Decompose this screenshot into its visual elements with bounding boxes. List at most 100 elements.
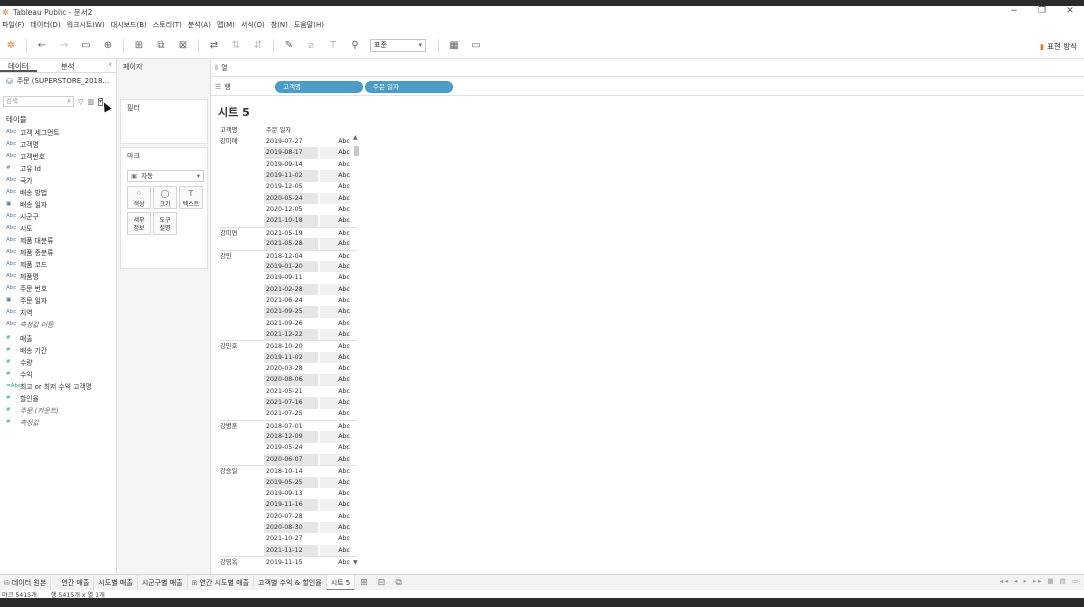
- field-item[interactable]: Abc 제품 코드: [4, 258, 116, 270]
- table-row[interactable]: 2021-09-26 Abc: [220, 318, 356, 330]
- field-item[interactable]: Abc 고객 세그먼트: [4, 126, 116, 138]
- table-row[interactable]: 2021-11-12 Abc: [220, 544, 356, 557]
- collapse-pane-icon[interactable]: ‹: [108, 60, 112, 70]
- menu-file[interactable]: 파일(F): [0, 20, 28, 30]
- tab-province-sales[interactable]: 시도별 매출: [94, 574, 138, 591]
- tab-annual-sales[interactable]: 연간 매출: [57, 574, 95, 591]
- scroll-thumb[interactable]: [354, 146, 359, 156]
- table-row[interactable]: 2019-09-11 Abc: [220, 272, 356, 284]
- tab-city-sales[interactable]: 시군구별 매출: [138, 574, 188, 591]
- table-row[interactable]: 2019-08-17 Abc: [220, 147, 356, 159]
- table-row[interactable]: 강영옥 2019-11-15 Abc: [220, 555, 356, 568]
- table-row[interactable]: 2021-05-28 Abc: [220, 238, 356, 250]
- table-row[interactable]: 강민호 2018-10-20 Abc: [220, 340, 356, 352]
- table-row[interactable]: 2020-12-05 Abc: [220, 204, 356, 216]
- rows-shelf[interactable]: ☰ 행 고객명 주문 일자: [211, 78, 1084, 96]
- swap-icon[interactable]: ⇄: [208, 40, 220, 51]
- table-row[interactable]: 2021-10-18 Abc: [220, 215, 356, 227]
- field-item[interactable]: Abc 국가: [4, 174, 116, 186]
- add-datasource-icon[interactable]: ⊕: [102, 40, 114, 51]
- duplicate-icon[interactable]: ⧉: [155, 40, 167, 51]
- table-row[interactable]: 2020-08-06 Abc: [220, 374, 356, 386]
- label-icon[interactable]: T: [327, 40, 339, 51]
- redo-icon[interactable]: →: [58, 40, 70, 51]
- table-row[interactable]: 2020-08-30 Abc: [220, 521, 356, 534]
- table-row[interactable]: 2019-09-13 Abc: [220, 488, 356, 500]
- field-item[interactable]: Abc 주문 번호: [4, 282, 116, 294]
- field-item[interactable]: Abc 시도: [4, 222, 116, 234]
- field-item[interactable]: Abc 지역: [4, 306, 116, 318]
- table-row[interactable]: 강민 2018-12-04 Abc: [220, 249, 356, 262]
- table-row[interactable]: 2021-09-25 Abc: [220, 306, 356, 318]
- measure-item[interactable]: # 주문 (카운트): [4, 404, 116, 416]
- columns-shelf[interactable]: ⦀ 열: [211, 59, 1084, 77]
- field-item[interactable]: ▣ 주문 일자: [4, 294, 116, 306]
- undo-icon[interactable]: ←: [36, 40, 48, 51]
- clear-sheet-icon[interactable]: ⊠: [177, 40, 189, 51]
- detail-button[interactable]: 세부 정보: [127, 212, 151, 235]
- tab-sheet5[interactable]: 시트 5: [326, 574, 356, 591]
- filters-card[interactable]: 필터: [120, 99, 208, 144]
- scroll-down-icon[interactable]: ▼: [353, 559, 358, 566]
- menu-format[interactable]: 서식(O): [239, 20, 269, 30]
- table-row[interactable]: 2021-02-28 Abc: [220, 283, 356, 296]
- table-row[interactable]: 2021-07-16 Abc: [220, 397, 356, 409]
- menu-worksheet[interactable]: 워크시트(W): [65, 20, 109, 30]
- table-row[interactable]: 강병훈 2018-07-01 Abc: [220, 419, 356, 432]
- table-row[interactable]: 2019-05-25 Abc: [220, 476, 356, 488]
- mark-type-select[interactable]: ▣ 자동: [127, 170, 204, 182]
- field-item[interactable]: # 고유 Id: [4, 162, 116, 174]
- measure-item[interactable]: # 측정값: [4, 416, 116, 428]
- menu-story[interactable]: 스토리(T): [151, 20, 186, 30]
- sort-desc-icon[interactable]: ⇵: [252, 40, 264, 51]
- table-row[interactable]: 2019-11-02 Abc: [220, 351, 356, 364]
- view-toggle-icon[interactable]: ▥: [87, 98, 94, 106]
- scroll-up-icon[interactable]: ▲: [353, 134, 358, 141]
- fit-icon[interactable]: ▦: [448, 40, 460, 51]
- filter-icon[interactable]: ▽: [78, 98, 83, 106]
- field-item[interactable]: Abc 시군구: [4, 210, 116, 222]
- table-row[interactable]: 강미연 2021-05-19 Abc: [220, 226, 356, 239]
- menu-help[interactable]: 도움말(H): [292, 20, 328, 30]
- search-input[interactable]: 검색 ⌕: [3, 96, 74, 107]
- vertical-scrollbar[interactable]: ▲ ▼: [352, 134, 361, 566]
- menu-analysis[interactable]: 분석(A): [186, 20, 215, 30]
- field-item[interactable]: Abc 제품 대분류: [4, 234, 116, 246]
- presentation-icon[interactable]: ▭: [470, 40, 482, 51]
- highlight-icon[interactable]: ✎: [283, 40, 295, 51]
- menu-map[interactable]: 맵(M): [215, 20, 239, 30]
- close-button[interactable]: ✕: [1056, 6, 1084, 19]
- table-row[interactable]: 강미애 2019-07-27 Abc: [220, 136, 356, 148]
- field-item[interactable]: Abc 고객명: [4, 138, 116, 150]
- tab-nav-arrows-icon[interactable]: ◂◂ ◂ ▸ ▸▸ ▦ ▤ ▭: [1000, 577, 1080, 585]
- group-icon[interactable]: ⌀: [305, 40, 317, 51]
- table-row[interactable]: 2019-01-20 Abc: [220, 260, 356, 273]
- measure-item[interactable]: # 할인율: [4, 392, 116, 404]
- table-row[interactable]: 2021-10-27 Abc: [220, 533, 356, 545]
- new-sheet-icon[interactable]: ⊞: [360, 578, 368, 588]
- table-row[interactable]: 2021-05-21 Abc: [220, 386, 356, 398]
- fit-select[interactable]: 표준: [370, 39, 426, 52]
- table-row[interactable]: 2019-05-24 Abc: [220, 442, 356, 454]
- table-row[interactable]: 2018-12-09 Abc: [220, 431, 356, 443]
- field-item[interactable]: Abc 제품 중분류: [4, 246, 116, 258]
- datasource-item[interactable]: ⛁ 주문 (SUPERSTORE_2018...: [0, 73, 116, 89]
- pages-card[interactable]: 페이지: [117, 59, 211, 95]
- measure-item[interactable]: # 매출: [4, 332, 116, 344]
- measure-item[interactable]: # 수량: [4, 356, 116, 368]
- color-button[interactable]: ⁘ 색상: [127, 186, 151, 209]
- table-row[interactable]: 2019-11-02 Abc: [220, 170, 356, 182]
- measure-item[interactable]: # 배송 기간: [4, 344, 116, 356]
- tab-annual-province-sales[interactable]: ⊞ 연간 시도별 매출: [188, 574, 255, 591]
- size-button[interactable]: ◯ 크기: [153, 186, 177, 209]
- field-item[interactable]: Abc 측정값 이름: [4, 318, 116, 330]
- show-me-button[interactable]: ▮ 표현 방식: [1040, 41, 1077, 52]
- pill-order-date[interactable]: 주문 일자: [365, 80, 453, 93]
- tab-customer-profit[interactable]: 고객별 수익 & 할인율: [254, 574, 327, 591]
- sort-asc-icon[interactable]: ⇅: [230, 40, 242, 51]
- new-dashboard-icon[interactable]: ⊟: [378, 578, 386, 588]
- pin-icon[interactable]: ⚲: [349, 40, 361, 51]
- table-row[interactable]: 2019-12-05 Abc: [220, 181, 356, 193]
- field-item[interactable]: Abc 고객번호: [4, 150, 116, 162]
- table-row[interactable]: 2019-11-16 Abc: [220, 499, 356, 511]
